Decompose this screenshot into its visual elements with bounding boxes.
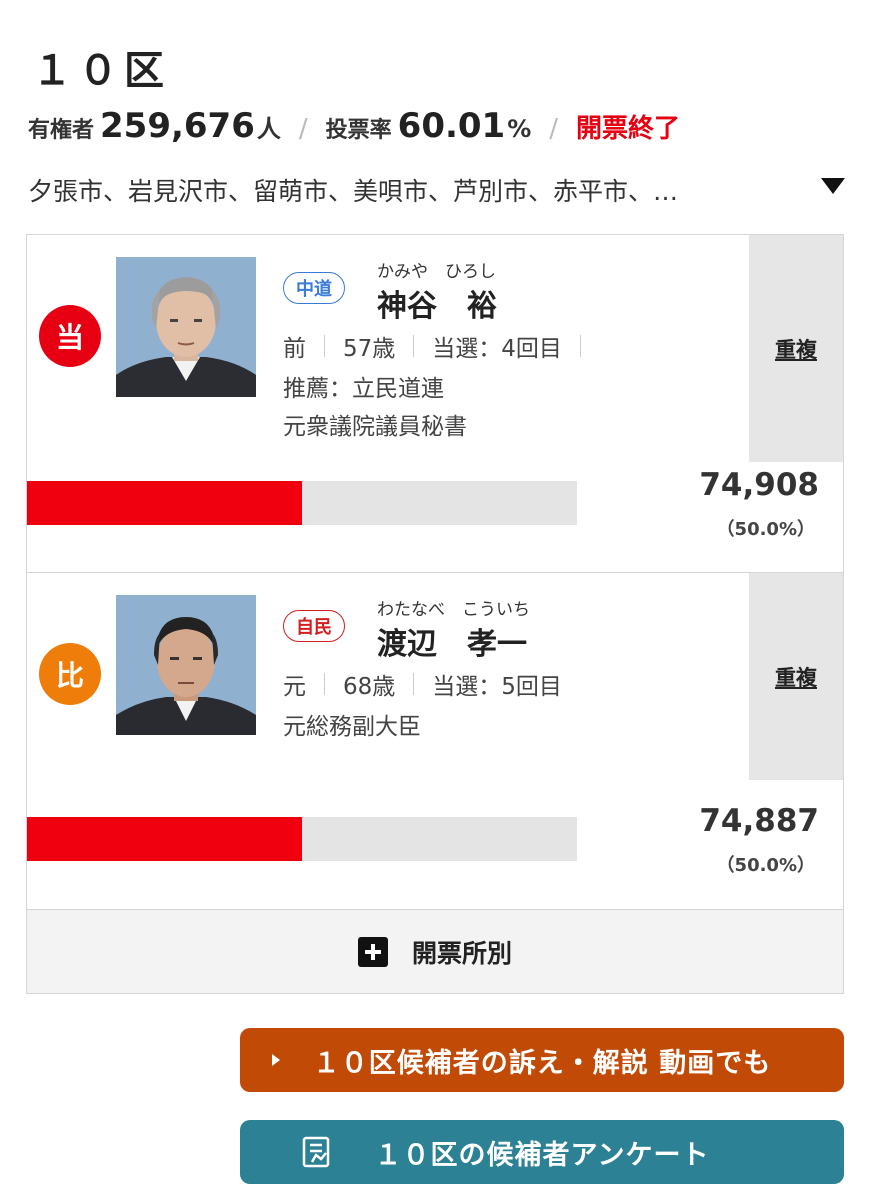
candidate-profile: 前 57歳 当選：4回目 — [283, 329, 599, 363]
party-tag: 自民 — [283, 610, 345, 642]
election-stats: 有権者 259,676 人 / 投票率 60.01 % / 開票終了 — [28, 106, 680, 150]
candidate-card: 比 自民 わたなべ こういち 渡辺 孝一 元 68歳 当選：5回目 元総務副大臣… — [27, 572, 843, 909]
vote-share-fill — [27, 817, 302, 861]
candidate-age: 57歳 — [343, 336, 396, 362]
profile-divider — [413, 335, 415, 357]
voters-unit: 人 — [256, 115, 281, 143]
profile-divider — [579, 335, 581, 357]
vote-share-fill — [27, 481, 302, 525]
candidate-age: 68歳 — [343, 674, 396, 700]
duplicate-candidacy-cell: 重複 — [749, 573, 843, 780]
incumbency-status: 前 — [283, 336, 306, 362]
turnout-label: 投票率 — [325, 118, 392, 143]
times-elected: 当選：5回目 — [432, 674, 562, 700]
turnout-value: 60.01 — [397, 106, 506, 146]
candidate-card: 当 中道 かみや ひろし 神谷 裕 前 57歳 当選：4回目 推薦：立民道連 元… — [27, 235, 843, 572]
candidate-name: 神谷 裕 — [377, 289, 497, 324]
voters-label: 有権者 — [28, 118, 95, 143]
candidate-video-button[interactable]: １０区候補者の訴え・解説 動画でも — [240, 1028, 844, 1092]
voters-value: 259,676 — [100, 106, 255, 146]
profile-divider — [324, 335, 325, 357]
turnout-unit: % — [507, 115, 532, 143]
elected-badge: 当 — [39, 305, 101, 367]
precinct-results-label: 開票所別 — [411, 938, 512, 968]
candidate-video-label: １０区候補者の訴え・解説 動画でも — [312, 1047, 772, 1079]
incumbency-status: 元 — [283, 674, 306, 700]
candidate-photo — [116, 595, 256, 735]
proportional-badge: 比 — [39, 643, 101, 705]
stats-separator: / — [549, 114, 559, 144]
party-tag: 中道 — [283, 272, 345, 304]
profile-divider — [324, 673, 325, 695]
profile-divider — [413, 673, 415, 695]
candidate-profile: 元 68歳 当選：5回目 — [283, 667, 562, 701]
vote-count: 74,887 — [699, 803, 819, 839]
plus-square-icon — [357, 936, 388, 967]
candidate-endorsement: 推薦：立民道連 — [283, 376, 444, 402]
precinct-results-toggle[interactable]: 開票所別 — [27, 909, 843, 993]
candidate-survey-button[interactable]: １０区の候補者アンケート — [240, 1120, 844, 1184]
vote-percent: （50.0%） — [716, 855, 815, 876]
candidate-photo — [116, 257, 256, 397]
count-status: 開票終了 — [576, 114, 681, 144]
duplicate-candidacy-cell: 重複 — [749, 235, 843, 462]
expand-areas-triangle-icon[interactable] — [820, 176, 846, 196]
duplicate-candidacy-link[interactable]: 重複 — [775, 662, 817, 692]
candidate-career: 元衆議院議員秘書 — [283, 414, 467, 440]
candidate-survey-label: １０区の候補者アンケート — [374, 1139, 710, 1171]
candidate-kana: かみや ひろし — [377, 262, 496, 282]
duplicate-candidacy-link[interactable]: 重複 — [775, 334, 817, 364]
candidate-name: 渡辺 孝一 — [377, 627, 527, 662]
district-areas: 夕張市、岩見沢市、留萌市、美唄市、芦別市、赤平市、… — [28, 177, 679, 206]
district-title: １０区 — [32, 48, 170, 94]
vote-count: 74,908 — [699, 467, 819, 503]
times-elected: 当選：4回目 — [432, 336, 562, 362]
vote-percent: （50.0%） — [716, 519, 815, 540]
play-arrow-icon — [272, 1054, 280, 1066]
vote-share-bar — [27, 817, 577, 861]
stats-separator: / — [298, 114, 308, 144]
vote-share-bar — [27, 481, 577, 525]
document-icon — [302, 1136, 332, 1168]
candidate-career: 元総務副大臣 — [283, 714, 421, 740]
results-panel: 当 中道 かみや ひろし 神谷 裕 前 57歳 当選：4回目 推薦：立民道連 元… — [26, 234, 844, 994]
candidate-kana: わたなべ こういち — [377, 600, 530, 620]
